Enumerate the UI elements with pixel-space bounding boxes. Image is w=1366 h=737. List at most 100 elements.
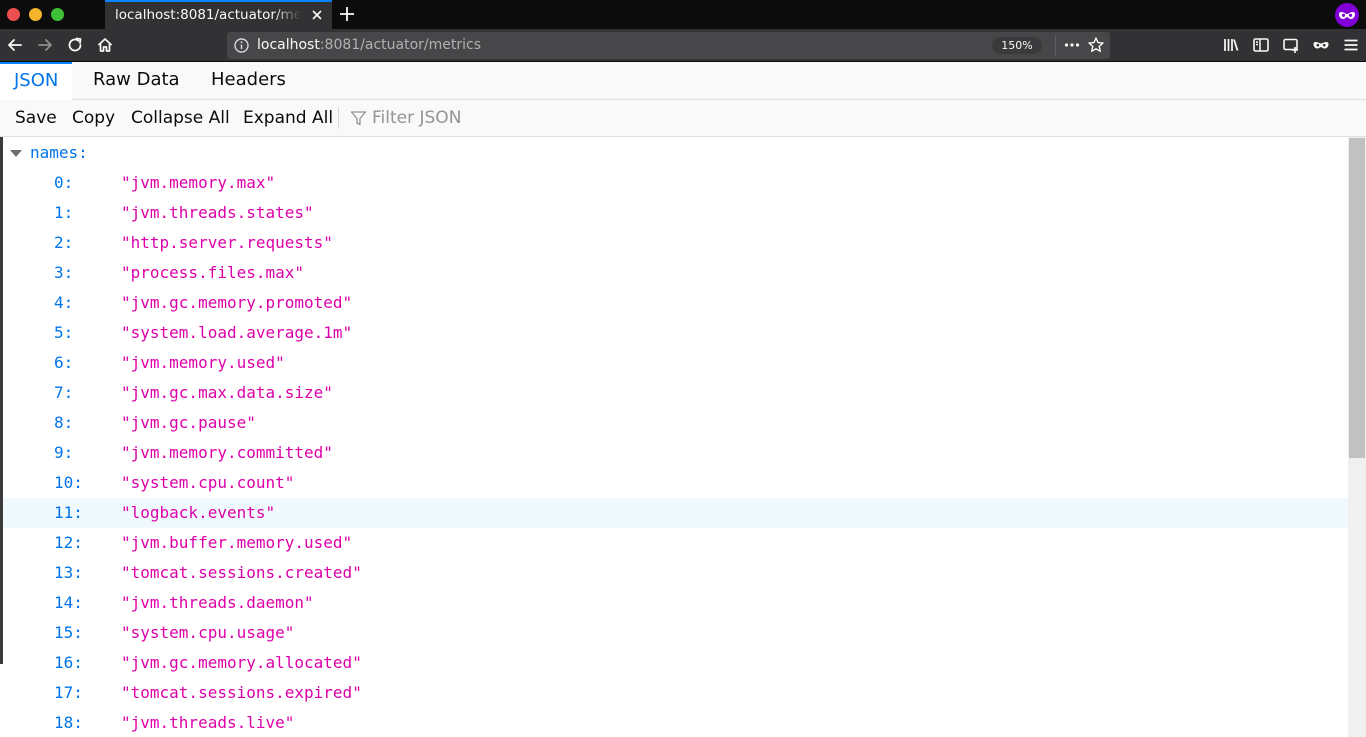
- title-bar: localhost:8081/actuator/metrics: [0, 0, 1366, 29]
- tab-raw-data[interactable]: Raw Data: [79, 62, 194, 100]
- string-value: "process.files.max": [121, 263, 305, 282]
- hamburger-menu-icon[interactable]: [1342, 36, 1360, 54]
- array-index: 13:: [54, 563, 83, 582]
- string-value: "jvm.buffer.memory.used": [121, 533, 353, 552]
- scrollbar-thumb[interactable]: [1349, 138, 1365, 458]
- array-index: 0:: [54, 173, 74, 192]
- filter-icon: [350, 111, 367, 126]
- array-index: 17:: [54, 683, 83, 702]
- string-value: "http.server.requests": [121, 233, 333, 252]
- array-index: 11:: [54, 503, 83, 522]
- tree-row[interactable]: 11: "logback.events": [3, 498, 1348, 528]
- viewer-tab-bar: JSON Raw Data Headers: [0, 62, 1366, 100]
- tree-row[interactable]: 13: "tomcat.sessions.created": [3, 558, 1348, 588]
- array-index: 5:: [54, 323, 74, 342]
- url-bar[interactable]: localhost:8081/actuator/metrics 150%: [227, 32, 1110, 59]
- tree-row[interactable]: 16: "jvm.gc.memory.allocated": [3, 648, 1348, 678]
- array-index: 9:: [54, 443, 74, 462]
- plus-icon[interactable]: [338, 5, 356, 23]
- json-toolbar: Save Copy Collapse All Expand All: [0, 100, 1366, 137]
- url-bar-separator: [1055, 36, 1056, 55]
- window-close-button[interactable]: [7, 8, 20, 21]
- tree-row[interactable]: 4: "jvm.gc.memory.promoted": [3, 288, 1348, 318]
- browser-tab[interactable]: localhost:8081/actuator/metrics: [105, 0, 332, 29]
- string-value: "jvm.threads.daemon": [121, 593, 314, 612]
- tree-row[interactable]: 18: "jvm.threads.live": [3, 708, 1348, 737]
- array-index: 8:: [54, 413, 74, 432]
- mask-icon[interactable]: [1312, 36, 1330, 54]
- expand-all-button[interactable]: Expand All: [243, 100, 333, 136]
- array-index: 1:: [54, 203, 74, 222]
- tree-row[interactable]: 6: "jvm.memory.used": [3, 348, 1348, 378]
- url-host: localhost: [257, 37, 320, 53]
- window-maximize-button[interactable]: [51, 8, 64, 21]
- tree-row[interactable]: 10: "system.cpu.count": [3, 468, 1348, 498]
- array-index: 15:: [54, 623, 83, 642]
- array-index: 7:: [54, 383, 74, 402]
- tree-row[interactable]: 15: "system.cpu.usage": [3, 618, 1348, 648]
- tree-row[interactable]: 5: "system.load.average.1m": [3, 318, 1348, 348]
- filter-json-input[interactable]: [372, 100, 672, 136]
- vertical-scrollbar[interactable]: [1348, 137, 1366, 737]
- string-value: "jvm.memory.used": [121, 353, 285, 372]
- string-value: "jvm.gc.memory.promoted": [121, 293, 353, 312]
- expand-triangle-icon[interactable]: [10, 150, 22, 157]
- json-tree: names: 0: "jvm.memory.max" 1: "jvm.threads.…: [0, 137, 1348, 737]
- tab-headers[interactable]: Headers: [197, 62, 300, 100]
- tree-row[interactable]: 14: "jvm.threads.daemon": [3, 588, 1348, 618]
- string-value: "jvm.gc.max.data.size": [121, 383, 333, 402]
- private-browsing-mask-icon: [1335, 3, 1359, 27]
- ellipsis-icon[interactable]: [1063, 36, 1081, 54]
- root-key: names:: [30, 143, 88, 162]
- navigation-bar: localhost:8081/actuator/metrics 150%: [0, 29, 1366, 62]
- arrow-right-icon[interactable]: [36, 36, 54, 54]
- screenshot-icon[interactable]: [1282, 36, 1300, 54]
- tree-row[interactable]: 2: "http.server.requests": [3, 228, 1348, 258]
- window-minimize-button[interactable]: [29, 8, 42, 21]
- reload-icon[interactable]: [66, 36, 84, 54]
- star-icon[interactable]: [1087, 36, 1105, 54]
- save-button[interactable]: Save: [15, 100, 57, 136]
- string-value: "jvm.memory.max": [121, 173, 276, 192]
- array-index: 2:: [54, 233, 74, 252]
- tab-title: localhost:8081/actuator/metrics: [115, 7, 301, 23]
- tab-json[interactable]: JSON: [0, 62, 73, 100]
- string-value: "jvm.threads.live": [121, 713, 295, 732]
- array-index: 6:: [54, 353, 74, 372]
- tree-row[interactable]: 17: "tomcat.sessions.expired": [3, 678, 1348, 708]
- copy-button[interactable]: Copy: [72, 100, 115, 136]
- array-index: 16:: [54, 653, 83, 672]
- zoom-level-badge[interactable]: 150%: [992, 37, 1042, 54]
- string-value: "jvm.memory.committed": [121, 443, 333, 462]
- url-text[interactable]: localhost:8081/actuator/metrics: [257, 32, 481, 59]
- close-icon[interactable]: [310, 8, 324, 22]
- string-value: "system.cpu.count": [121, 473, 295, 492]
- library-icon[interactable]: [1222, 36, 1240, 54]
- toolbar-separator: [338, 107, 339, 129]
- tree-row[interactable]: 0: "jvm.memory.max": [3, 168, 1348, 198]
- array-index: 10:: [54, 473, 83, 492]
- array-index: 3:: [54, 263, 74, 282]
- tree-row[interactable]: 3: "process.files.max": [3, 258, 1348, 288]
- arrow-left-icon[interactable]: [6, 36, 24, 54]
- sidebar-icon[interactable]: [1252, 36, 1270, 54]
- info-icon[interactable]: [233, 37, 250, 54]
- array-index: 14:: [54, 593, 83, 612]
- tree-row[interactable]: 8: "jvm.gc.pause": [3, 408, 1348, 438]
- string-value: "system.cpu.usage": [121, 623, 295, 642]
- string-value: "system.load.average.1m": [121, 323, 353, 342]
- collapse-all-button[interactable]: Collapse All: [131, 100, 230, 136]
- array-index: 4:: [54, 293, 74, 312]
- tree-row[interactable]: 9: "jvm.memory.committed": [3, 438, 1348, 468]
- string-value: "jvm.gc.pause": [121, 413, 256, 432]
- tree-row-root[interactable]: names:: [3, 138, 1348, 168]
- string-value: "tomcat.sessions.created": [121, 563, 362, 582]
- string-value: "logback.events": [121, 503, 276, 522]
- tree-row[interactable]: 7: "jvm.gc.max.data.size": [3, 378, 1348, 408]
- tree-row[interactable]: 1: "jvm.threads.states": [3, 198, 1348, 228]
- home-icon[interactable]: [96, 36, 114, 54]
- string-value: "jvm.gc.memory.allocated": [121, 653, 362, 672]
- tree-row[interactable]: 12: "jvm.buffer.memory.used": [3, 528, 1348, 558]
- url-path: :8081/actuator/metrics: [319, 37, 482, 53]
- string-value: "jvm.threads.states": [121, 203, 314, 222]
